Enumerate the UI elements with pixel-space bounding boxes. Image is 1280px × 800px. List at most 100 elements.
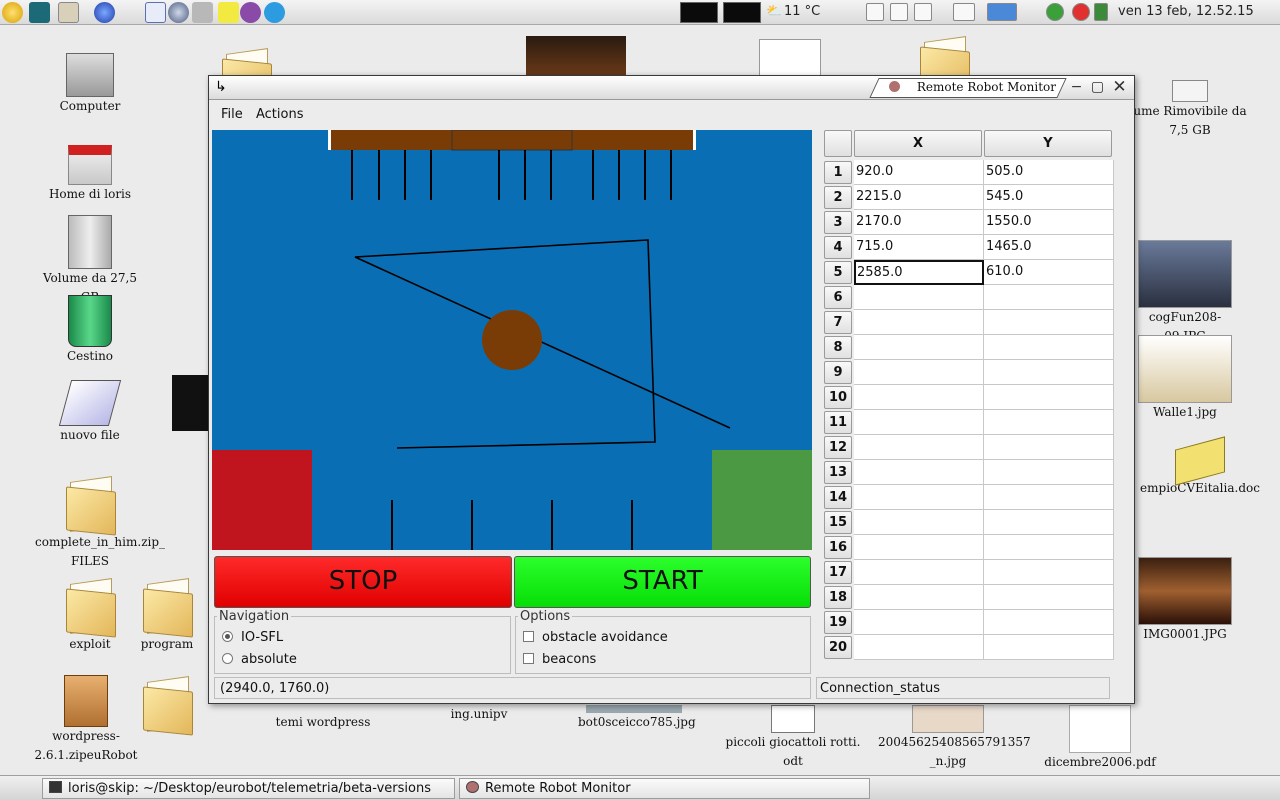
row-header[interactable]: 18 — [824, 586, 852, 609]
table-cell-y[interactable] — [984, 285, 1114, 310]
table-cell-x[interactable] — [854, 360, 984, 385]
table-cell-y[interactable] — [984, 510, 1114, 535]
monitor-app-icon[interactable] — [29, 2, 50, 23]
notes-icon[interactable] — [218, 2, 239, 23]
workspace-switcher[interactable] — [953, 3, 975, 21]
table-cell-x[interactable] — [854, 510, 984, 535]
menu-actions[interactable]: Actions — [256, 107, 304, 122]
table-cell-x[interactable]: 2585.0 — [854, 260, 984, 285]
desktop-icon-folder-2[interactable] — [112, 675, 222, 733]
network-status-icon[interactable] — [1046, 3, 1064, 21]
table-cell-y[interactable] — [984, 535, 1114, 560]
table-cell-x[interactable] — [854, 310, 984, 335]
table-cell-x[interactable] — [854, 635, 984, 660]
row-header[interactable]: 17 — [824, 561, 852, 584]
table-cell-x[interactable]: 2170.0 — [854, 210, 984, 235]
table-cell-y[interactable] — [984, 610, 1114, 635]
table-cell-y[interactable] — [984, 385, 1114, 410]
column-header-y[interactable]: Y — [984, 130, 1112, 157]
radio-absolute[interactable]: absolute — [222, 652, 297, 667]
desktop-icon-program[interactable]: program — [112, 577, 222, 654]
table-cell-y[interactable] — [984, 585, 1114, 610]
stop-sign-icon[interactable] — [1072, 3, 1090, 21]
checkbox[interactable] — [523, 631, 534, 642]
table-cell-y[interactable] — [984, 310, 1114, 335]
desktop-icon-ing-unipv[interactable]: ing.unipv — [424, 705, 534, 724]
maximize-button[interactable]: ▢ — [1089, 80, 1106, 97]
desktop-icon-img0001[interactable]: IMG0001.JPG — [1130, 557, 1240, 644]
table-cell-x[interactable]: 920.0 — [854, 160, 984, 185]
chat-icon[interactable] — [240, 2, 261, 23]
robot-marker[interactable] — [482, 310, 542, 370]
table-cell-y[interactable] — [984, 360, 1114, 385]
clock[interactable]: ven 13 feb, 12.52.15 — [1118, 4, 1254, 19]
table-cell-y[interactable] — [984, 435, 1114, 460]
checkbox-obstacle-avoidance[interactable]: obstacle avoidance — [523, 630, 668, 645]
menu-file[interactable]: File — [221, 107, 243, 122]
image-icon[interactable] — [526, 36, 626, 76]
table-cell-y[interactable]: 1550.0 — [984, 210, 1114, 235]
desktop-icon-home[interactable]: Home di loris — [35, 145, 145, 204]
row-header[interactable]: 1 — [824, 161, 852, 184]
cube-icon[interactable] — [890, 3, 908, 21]
table-cell-y[interactable] — [984, 460, 1114, 485]
checkbox-beacons[interactable]: beacons — [523, 652, 596, 667]
gnome-foot-icon[interactable] — [2, 2, 23, 23]
table-cell-x[interactable] — [854, 410, 984, 435]
desktop-icon-botosceicco[interactable]: bot0sceicco785.jpg — [578, 705, 696, 732]
playing-field[interactable] — [212, 130, 812, 550]
desktop-icon-20045[interactable]: 20045625408565791357 _n.jpg — [878, 705, 1031, 771]
table-cell-x[interactable] — [854, 460, 984, 485]
row-header[interactable]: 10 — [824, 386, 852, 409]
close-button[interactable]: ✕ — [1111, 79, 1128, 97]
row-header[interactable]: 12 — [824, 436, 852, 459]
row-header[interactable]: 14 — [824, 486, 852, 509]
table-cell-y[interactable] — [984, 635, 1114, 660]
row-header[interactable]: 7 — [824, 311, 852, 334]
text-editor-icon[interactable] — [145, 2, 166, 23]
desktop-icon-dicembre[interactable]: dicembre2006.pdf — [1040, 705, 1160, 772]
desktop-icon-nuovo-file[interactable]: nuovo file — [35, 380, 145, 445]
checkbox[interactable] — [523, 653, 534, 664]
penguin-icon[interactable] — [759, 39, 821, 79]
battery-icon[interactable] — [1094, 3, 1108, 21]
folder-icon[interactable] — [192, 2, 213, 23]
weather-temp[interactable]: 11 °C — [784, 4, 820, 19]
desktop-icon-volume[interactable]: Volume da 27,5 GB — [35, 215, 145, 307]
radio-button-checked[interactable] — [222, 631, 233, 642]
table-cell-y[interactable] — [984, 485, 1114, 510]
table-cell-y[interactable]: 610.0 — [984, 260, 1114, 285]
table-cell-x[interactable] — [854, 610, 984, 635]
web-browser-icon[interactable] — [94, 2, 115, 23]
table-cell-y[interactable]: 505.0 — [984, 160, 1114, 185]
row-header[interactable]: 4 — [824, 236, 852, 259]
table-cell-y[interactable] — [984, 560, 1114, 585]
cube-icon[interactable] — [914, 3, 932, 21]
weather-icon[interactable]: ⛅ — [766, 4, 782, 19]
desktop-icon-complete[interactable]: complete_in_him.zip_ FILES — [35, 475, 165, 571]
table-cell-y[interactable] — [984, 335, 1114, 360]
workspace-active[interactable] — [987, 3, 1017, 21]
row-header[interactable]: 2 — [824, 186, 852, 209]
table-cell-x[interactable]: 715.0 — [854, 235, 984, 260]
desktop-icon-computer[interactable]: Computer — [35, 53, 145, 116]
row-header[interactable]: 11 — [824, 411, 852, 434]
screenshot-icon[interactable] — [866, 3, 884, 21]
row-header[interactable]: 9 — [824, 361, 852, 384]
taskbar-remote-robot-monitor[interactable]: Remote Robot Monitor — [459, 778, 870, 799]
title-bar[interactable]: ↳ Remote Robot Monitor − ▢ ✕ — [209, 76, 1134, 100]
row-header[interactable]: 5 — [824, 261, 852, 284]
table-cell-y[interactable]: 545.0 — [984, 185, 1114, 210]
row-header[interactable]: 15 — [824, 511, 852, 534]
start-button[interactable]: START — [514, 556, 811, 608]
desktop-icon-cogfun[interactable]: cogFun208-09.JPG — [1130, 240, 1240, 346]
table-cell-x[interactable]: 2215.0 — [854, 185, 984, 210]
globe-icon[interactable] — [168, 2, 189, 23]
table-cell-x[interactable] — [854, 435, 984, 460]
desktop-icon-trash[interactable]: Cestino — [35, 295, 145, 366]
table-cell-x[interactable] — [854, 560, 984, 585]
row-header[interactable]: 20 — [824, 636, 852, 659]
column-header-x[interactable]: X — [854, 130, 982, 157]
row-header[interactable]: 6 — [824, 286, 852, 309]
desktop-icon-piccoli[interactable]: piccoli giocattoli rotti. odt — [723, 705, 863, 771]
